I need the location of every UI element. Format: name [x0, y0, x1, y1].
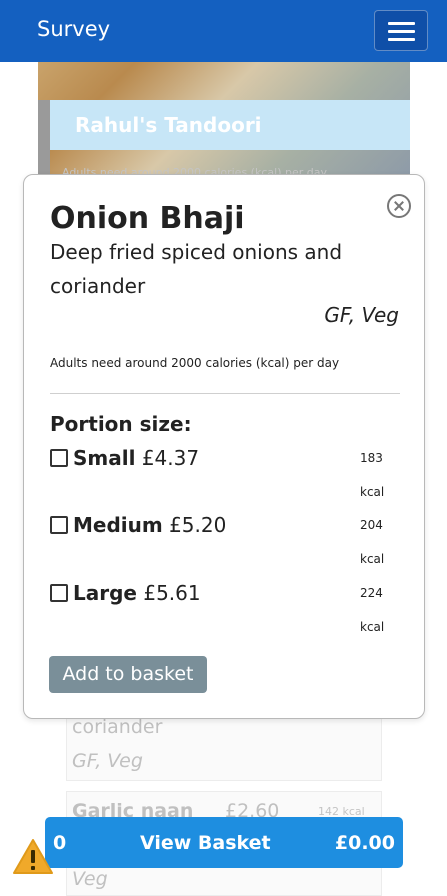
portion-checkbox-small[interactable]	[50, 449, 68, 467]
item-title: Onion Bhaji	[50, 201, 245, 236]
portion-kcal: 183	[360, 451, 383, 465]
portion-price: £4.37	[141, 446, 200, 470]
portion-checkbox-medium[interactable]	[50, 516, 68, 534]
portion-kcal-unit: kcal	[360, 552, 385, 566]
portion-option-small[interactable]: Small £4.37	[50, 446, 350, 472]
divider	[50, 393, 400, 394]
portion-kcal: 204	[360, 518, 383, 532]
background-item-description: coriander	[72, 716, 163, 738]
background-item-diet: Veg	[72, 868, 108, 890]
view-basket-button[interactable]: 0 View Basket £0.00	[45, 817, 403, 868]
portion-kcal-unit: kcal	[360, 485, 385, 499]
portion-name: Large	[73, 581, 137, 605]
restaurant-name: Rahul's Tandoori	[75, 113, 262, 137]
item-description: Deep fried spiced onions and coriander	[50, 240, 343, 298]
portion-price: £5.20	[169, 513, 227, 537]
warning-icon[interactable]	[12, 838, 54, 876]
item-detail-modal: Onion Bhaji Deep fried spiced onions and…	[23, 174, 425, 719]
add-to-basket-button[interactable]: Add to basket	[49, 656, 207, 693]
basket-total: £0.00	[334, 832, 395, 854]
portion-kcal-unit: kcal	[360, 620, 385, 634]
portion-option-large[interactable]: Large £5.61	[50, 581, 350, 607]
calorie-note: Adults need around 2000 calories (kcal) …	[50, 356, 340, 370]
portion-name: Medium	[73, 513, 163, 537]
brand-title[interactable]: Survey	[37, 17, 110, 41]
close-icon[interactable]	[387, 194, 411, 218]
background-item-diet: GF, Veg	[72, 750, 143, 772]
top-navbar: Survey	[0, 0, 447, 62]
portion-option-medium[interactable]: Medium £5.20	[50, 513, 350, 539]
menu-toggle-button[interactable]	[374, 10, 428, 51]
basket-count: 0	[53, 832, 67, 854]
portion-kcal: 224	[360, 586, 383, 600]
portion-checkbox-large[interactable]	[50, 584, 68, 602]
portion-price: £5.61	[143, 581, 201, 605]
basket-label: View Basket	[140, 832, 271, 854]
portion-name: Small	[73, 446, 136, 470]
item-diet-tags: GF, Veg	[324, 303, 399, 327]
portion-size-label: Portion size:	[50, 412, 192, 436]
hamburger-icon	[388, 22, 415, 25]
